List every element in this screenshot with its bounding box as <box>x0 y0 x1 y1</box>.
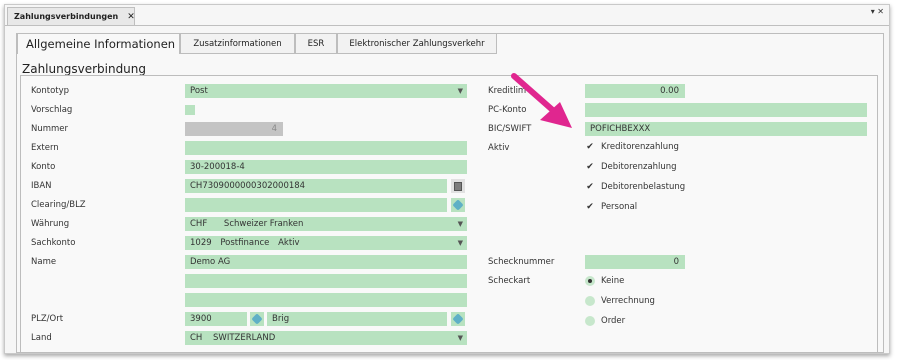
plz-lookup-button[interactable] <box>250 312 264 326</box>
extern-field[interactable] <box>185 141 467 155</box>
name-field[interactable]: Demo AG <box>185 255 467 269</box>
chevron-down-icon: ▼ <box>457 239 463 247</box>
plz-field[interactable]: 3900 <box>185 312 247 326</box>
radio-order[interactable] <box>585 316 595 326</box>
waehrung-name: Schweizer Franken <box>223 219 304 229</box>
main-window: Zahlungsverbindungen ✕ ▾ ✕ Allgemeine In… <box>4 4 890 354</box>
schecknummer-field[interactable]: 0 <box>585 255 685 269</box>
section-title: Zahlungsverbindung <box>22 62 147 76</box>
label-plz-ort: PLZ/Ort <box>31 314 64 324</box>
chevron-down-icon: ▼ <box>457 87 463 95</box>
bic-swift-field[interactable]: POFICHBEXXX <box>585 122 867 136</box>
chevron-down-icon: ▼ <box>457 220 463 228</box>
sachkonto-number: 1029 <box>190 238 212 248</box>
tool-icon <box>452 199 464 211</box>
chevron-down-icon: ▼ <box>457 334 463 342</box>
pc-konto-field[interactable] <box>585 103 867 117</box>
label-clearing-blz: Clearing/BLZ <box>31 200 86 210</box>
sachkonto-select[interactable]: 1029 Postfinance Aktiv ▼ <box>185 236 467 250</box>
label-extern: Extern <box>31 143 59 153</box>
form-container: Allgemeine Informationen Zusatzinformati… <box>16 33 884 353</box>
checkbox-debitorenzahlung[interactable]: ✔ <box>585 162 595 172</box>
label-verrechnung: Verrechnung <box>601 296 655 306</box>
zahlungsverbindung-group: Kontotyp Vorschlag Nummer Extern Konto I… <box>20 75 878 353</box>
radio-keine[interactable] <box>585 276 595 286</box>
land-select[interactable]: CH SWITZERLAND ▼ <box>185 331 467 345</box>
konto-field[interactable]: 30-200018-4 <box>185 160 467 174</box>
label-schecknummer: Schecknummer <box>488 257 555 267</box>
tab-esr[interactable]: ESR <box>295 34 337 54</box>
label-iban: IBAN <box>31 181 52 191</box>
nummer-field: 4 <box>185 122 283 136</box>
label-nummer: Nummer <box>31 124 69 134</box>
iban-field[interactable]: CH7309000000302000184 <box>185 179 447 193</box>
checkbox-kreditorenzahlung[interactable]: ✔ <box>585 142 595 152</box>
tool-icon <box>452 313 464 325</box>
radio-verrechnung[interactable] <box>585 296 595 306</box>
land-name: SWITZERLAND <box>213 333 276 343</box>
sachkonto-status: Aktiv <box>278 238 300 248</box>
sachkonto-name: Postfinance <box>220 238 270 248</box>
label-land: Land <box>31 333 52 343</box>
label-sachkonto: Sachkonto <box>31 238 76 248</box>
label-kontotyp: Kontotyp <box>31 86 70 96</box>
checkbox-debitorenbelastung[interactable]: ✔ <box>585 182 595 192</box>
label-aktiv: Aktiv <box>488 143 510 153</box>
kreditlimite-field[interactable]: 0.00 <box>585 84 685 98</box>
label-scheckart: Scheckart <box>488 276 531 286</box>
label-personal: Personal <box>601 202 638 212</box>
checkbox-personal[interactable]: ✔ <box>585 202 595 212</box>
vorschlag-checkbox[interactable] <box>185 105 195 115</box>
kontotyp-value: Post <box>190 86 208 96</box>
tab-zusatzinformationen[interactable]: Zusatzinformationen <box>180 34 295 54</box>
iban-document-button[interactable] <box>451 179 465 193</box>
label-pc-konto: PC-Konto <box>488 105 527 115</box>
window-controls[interactable]: ▾ ✕ <box>871 7 884 16</box>
label-order: Order <box>601 316 626 326</box>
waehrung-code: CHF <box>190 219 208 229</box>
tab-strip-divider <box>5 25 889 26</box>
tab-elektronischer-zahlungsverkehr[interactable]: Elektronischer Zahlungsverkehr <box>337 34 497 54</box>
label-konto: Konto <box>31 162 56 172</box>
label-kreditorenzahlung: Kreditorenzahlung <box>601 142 679 152</box>
clearing-lookup-button[interactable] <box>451 198 465 212</box>
label-kreditlimite: Kreditlim <box>488 86 527 96</box>
label-keine: Keine <box>601 276 625 286</box>
ort-lookup-button[interactable] <box>451 312 465 326</box>
land-code: CH <box>190 333 203 343</box>
tool-icon <box>251 313 263 325</box>
kontotyp-select[interactable]: Post ▼ <box>185 84 467 98</box>
close-icon[interactable]: ✕ <box>127 12 135 22</box>
document-icon <box>454 181 462 191</box>
document-tab-label: Zahlungsverbindungen <box>14 12 119 21</box>
document-tab[interactable]: Zahlungsverbindungen ✕ <box>7 7 135 25</box>
label-name: Name <box>31 257 57 267</box>
label-debitorenbelastung: Debitorenbelastung <box>601 182 686 192</box>
name-line3-field[interactable] <box>185 293 467 307</box>
label-debitorenzahlung: Debitorenzahlung <box>601 162 677 172</box>
ort-field[interactable]: Brig <box>267 312 447 326</box>
waehrung-select[interactable]: CHF Schweizer Franken ▼ <box>185 217 467 231</box>
name-line2-field[interactable] <box>185 274 467 288</box>
tab-allgemeine-informationen[interactable]: Allgemeine Informationen <box>17 34 180 54</box>
label-waehrung: Währung <box>31 219 70 229</box>
clearing-blz-field[interactable] <box>185 198 447 212</box>
label-bic-swift: BIC/SWIFT <box>488 124 532 134</box>
label-vorschlag: Vorschlag <box>31 105 73 115</box>
